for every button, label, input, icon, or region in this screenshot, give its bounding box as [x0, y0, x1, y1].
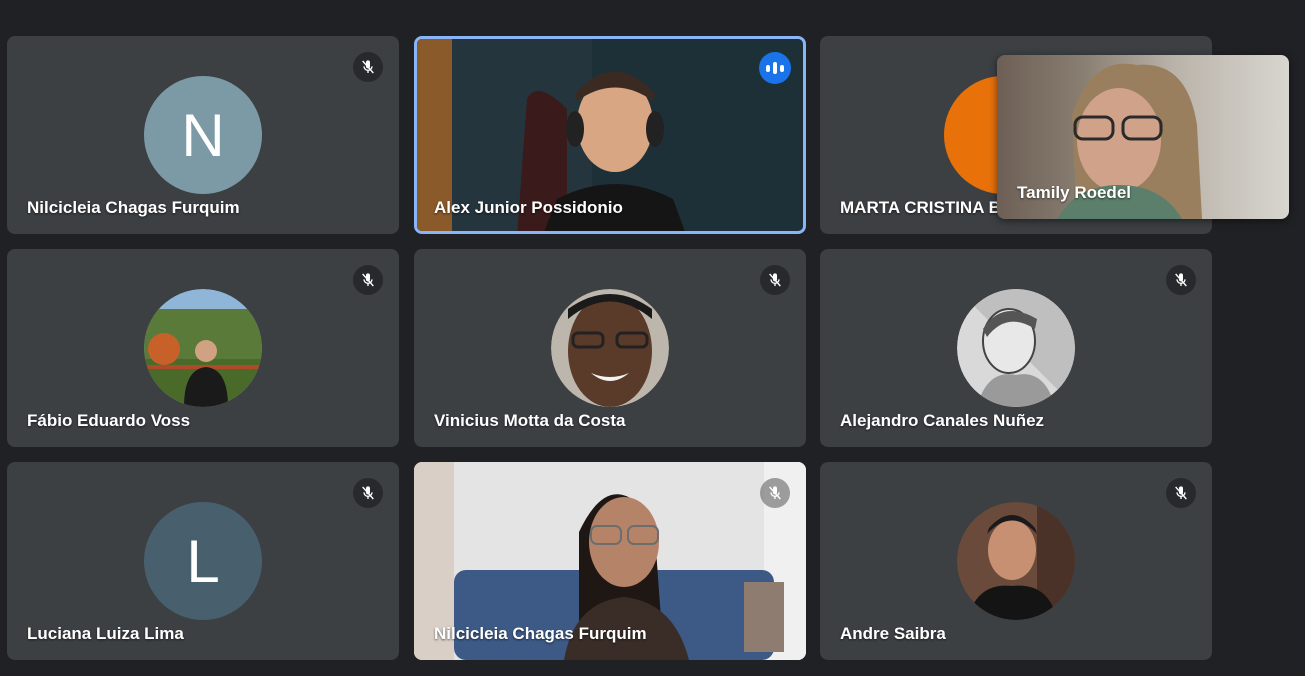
mic-off-icon [353, 478, 383, 508]
participant-name: Vinicius Motta da Costa [434, 411, 626, 430]
participant-tile-nilcicleia-video[interactable]: Nilcicleia Chagas Furquim [414, 462, 806, 660]
speaking-indicator-icon [759, 52, 791, 84]
participant-tile-alejandro[interactable]: Alejandro Canales Nuñez [820, 249, 1212, 447]
mic-off-icon [760, 478, 790, 508]
mic-off-icon [760, 265, 790, 295]
avatar: N [144, 76, 262, 194]
participant-name: Nilcicleia Chagas Furquim [434, 624, 647, 643]
participant-name: Nilcicleia Chagas Furquim [27, 198, 240, 217]
mic-off-icon [1166, 478, 1196, 508]
participant-name: Fábio Eduardo Voss [27, 411, 191, 430]
mic-off-icon [1166, 265, 1196, 295]
participant-tile-fabio[interactable]: Fábio Eduardo Voss [7, 249, 399, 447]
self-view-name: Tamily Roedel [1017, 183, 1131, 202]
avatar [551, 289, 669, 407]
mic-off-icon [353, 52, 383, 82]
participant-name: Luciana Luiza Lima [27, 624, 184, 643]
avatar: L [144, 502, 262, 620]
participant-name: Andre Saibra [840, 624, 946, 643]
self-view-tile[interactable]: Tamily Roedel [997, 55, 1289, 219]
participant-name: Alex Junior Possidonio [434, 198, 623, 217]
participant-tile-alex[interactable]: Alex Junior Possidonio [414, 36, 806, 234]
participant-tile-andre[interactable]: Andre Saibra [820, 462, 1212, 660]
participant-name: Alejandro Canales Nuñez [840, 411, 1045, 430]
avatar [957, 502, 1075, 620]
participant-name: MARTA CRISTINA B [840, 198, 1001, 217]
participant-tile-luciana[interactable]: L Luciana Luiza Lima [7, 462, 399, 660]
mic-off-icon [353, 265, 383, 295]
avatar [957, 289, 1075, 407]
participant-tile-vinicius[interactable]: Vinicius Motta da Costa [414, 249, 806, 447]
avatar [144, 289, 262, 407]
participant-tile-nilcicleia[interactable]: N Nilcicleia Chagas Furquim [7, 36, 399, 234]
